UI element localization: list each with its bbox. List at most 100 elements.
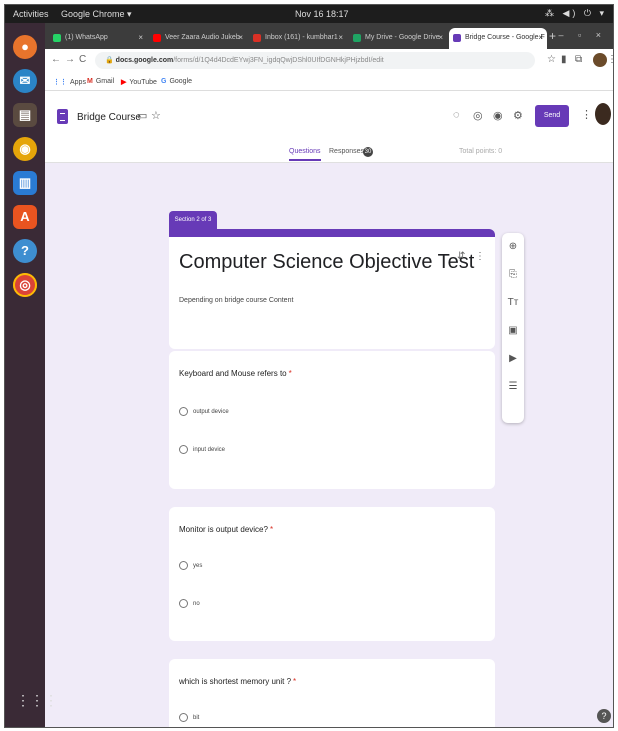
option-label: bit	[193, 715, 200, 722]
google-icon: G	[161, 78, 167, 85]
menu-icon[interactable]: ⋮	[607, 54, 613, 65]
clock[interactable]: Nov 16 18:17	[295, 9, 349, 19]
firefox-icon[interactable]: ●	[13, 35, 37, 59]
option-item[interactable]: output device	[179, 407, 229, 416]
bookmark-youtube[interactable]: ▶ YouTube	[121, 78, 157, 86]
option-label: no	[193, 601, 200, 608]
show-apps-icon[interactable]: ⋮⋮⋮	[16, 691, 58, 709]
tab-label: Bridge Course - Google F	[465, 34, 545, 41]
avatar[interactable]	[595, 103, 611, 125]
bookmark-star-icon[interactable]: ☆	[547, 54, 556, 65]
url-input[interactable]: 🔒 docs.google.com/forms/d/1Q4d4DcdEYwj3F…	[95, 52, 535, 69]
youtube-icon: ▶	[121, 79, 127, 86]
question-card[interactable]: which is shortest memory unit ? * bit	[169, 659, 495, 727]
import-questions-icon[interactable]: ⎘	[502, 269, 524, 280]
youtube-icon	[153, 34, 161, 42]
close-icon[interactable]: ×	[138, 33, 143, 42]
tab-questions[interactable]: Questions	[289, 148, 321, 161]
customize-theme-icon[interactable]: ◌	[453, 109, 460, 121]
option-item[interactable]: no	[179, 599, 200, 608]
bookmark-google[interactable]: G Google	[161, 78, 192, 85]
reload-icon[interactable]: C	[79, 54, 86, 65]
question-label: Keyboard and Mouse refers to	[179, 369, 287, 378]
forms-header: Bridge Course ▭ ☆ ◌ ◎ ◉ ⚙ Send ⋮	[45, 91, 613, 143]
required-marker: *	[269, 525, 274, 534]
tab-label: Inbox (161) - kumbhar1	[265, 34, 338, 41]
radio-button[interactable]	[179, 561, 188, 570]
extensions-puzzle-icon[interactable]: ⧉	[575, 54, 582, 65]
system-top-bar: Activities Google Chrome ▾ Nov 16 18:17 …	[5, 5, 613, 23]
question-text[interactable]: Keyboard and Mouse refers to *	[179, 369, 292, 378]
bookmark-gmail[interactable]: M Gmail	[87, 78, 114, 85]
question-text[interactable]: Monitor is output device? *	[179, 525, 273, 534]
files-icon[interactable]: ▤	[13, 103, 37, 127]
bookmark-apps[interactable]: ⋮⋮ Apps	[53, 78, 86, 86]
bookmark-label: YouTube	[129, 79, 157, 86]
close-icon[interactable]: ×	[238, 33, 243, 42]
browser-tab[interactable]: Inbox (161) - kumbhar1 ×	[249, 28, 347, 49]
new-tab-icon[interactable]: +	[549, 29, 556, 43]
writer-icon[interactable]: ▥	[13, 171, 37, 195]
more-options-icon[interactable]: ⋮	[581, 108, 592, 121]
tab-label: Veer Zaara Audio Jukeb	[165, 34, 240, 41]
option-item[interactable]: bit	[179, 713, 199, 722]
add-section-icon[interactable]: ☰	[502, 381, 524, 392]
question-text[interactable]: which is shortest memory unit ? *	[179, 677, 296, 686]
more-options-icon[interactable]: ⋮	[475, 251, 485, 262]
close-icon[interactable]: ×	[438, 33, 443, 42]
add-image-icon[interactable]: ▣	[502, 325, 524, 336]
forms-logo-icon[interactable]	[57, 109, 68, 124]
rhythmbox-icon[interactable]: ◉	[13, 137, 37, 161]
option-item[interactable]: yes	[179, 561, 202, 570]
section-description[interactable]: Depending on bridge course Content	[179, 297, 293, 304]
browser-tab[interactable]: Veer Zaara Audio Jukeb ×	[149, 28, 247, 49]
system-tray[interactable]: ⁂ ◀) ⏻ ▾	[545, 8, 607, 19]
add-question-icon[interactable]: ⊕	[502, 241, 524, 252]
profile-avatar[interactable]	[593, 53, 607, 67]
option-item[interactable]: input device	[179, 445, 225, 454]
bookmark-label: Apps	[70, 79, 86, 86]
radio-button[interactable]	[179, 407, 188, 416]
question-card[interactable]: Keyboard and Mouse refers to * output dev…	[169, 351, 495, 489]
browser-tab[interactable]: (1) WhatsApp ×	[49, 28, 147, 49]
help-icon[interactable]: ?	[597, 709, 611, 723]
close-icon[interactable]: ×	[338, 33, 343, 42]
section-title[interactable]: Computer Science Objective Test	[179, 251, 474, 274]
chrome-icon[interactable]: ◎	[13, 273, 37, 297]
back-icon[interactable]: ←	[51, 54, 61, 65]
browser-tab[interactable]: My Drive - Google Drive ×	[349, 28, 447, 49]
extension-icon[interactable]: ▮	[561, 54, 567, 65]
folder-icon[interactable]: ▭	[137, 109, 147, 122]
forward-icon[interactable]: →	[65, 54, 75, 65]
app-menu[interactable]: Google Chrome ▾	[61, 9, 132, 20]
thunderbird-icon[interactable]: ✉	[13, 69, 37, 93]
preview-eye-icon[interactable]: ◉	[493, 109, 503, 122]
add-video-icon[interactable]: ▶	[502, 353, 524, 364]
star-icon[interactable]: ☆	[151, 109, 161, 122]
radio-button[interactable]	[179, 445, 188, 454]
tab-label: My Drive - Google Drive	[365, 34, 440, 41]
dock: ● ✉ ▤ ◉ ▥ A ? ◎ ⋮⋮⋮	[5, 23, 58, 727]
required-marker: *	[293, 677, 297, 686]
bookmark-label: Gmail	[95, 78, 115, 85]
form-title[interactable]: Bridge Course	[77, 112, 141, 123]
radio-button[interactable]	[179, 713, 188, 722]
send-button[interactable]: Send	[535, 105, 569, 127]
radio-button[interactable]	[179, 599, 188, 608]
window-controls[interactable]: – ▫ ×	[559, 30, 607, 40]
browser-tab-active[interactable]: Bridge Course - Google F ×	[449, 28, 547, 49]
required-marker: *	[288, 369, 292, 378]
help-icon[interactable]: ?	[13, 239, 37, 263]
collapse-icon[interactable]: ⇵	[457, 251, 465, 262]
settings-gear-icon[interactable]: ⚙	[513, 109, 523, 122]
section-header-card[interactable]: Computer Science Objective Test Dependin…	[169, 229, 495, 349]
tab-responses[interactable]: Responses	[329, 148, 364, 155]
bookmarks-bar: ⋮⋮ Apps M Gmail ▶ YouTube G Google	[45, 73, 613, 91]
software-center-icon[interactable]: A	[13, 205, 37, 229]
add-title-icon[interactable]: Tт	[502, 297, 524, 308]
palette-icon[interactable]: ◎	[473, 109, 483, 122]
question-card[interactable]: Monitor is output device? * yes no	[169, 507, 495, 641]
close-icon[interactable]: ×	[538, 33, 543, 42]
url-host: docs.google.com	[115, 57, 174, 64]
activities-button[interactable]: Activities	[13, 9, 49, 19]
